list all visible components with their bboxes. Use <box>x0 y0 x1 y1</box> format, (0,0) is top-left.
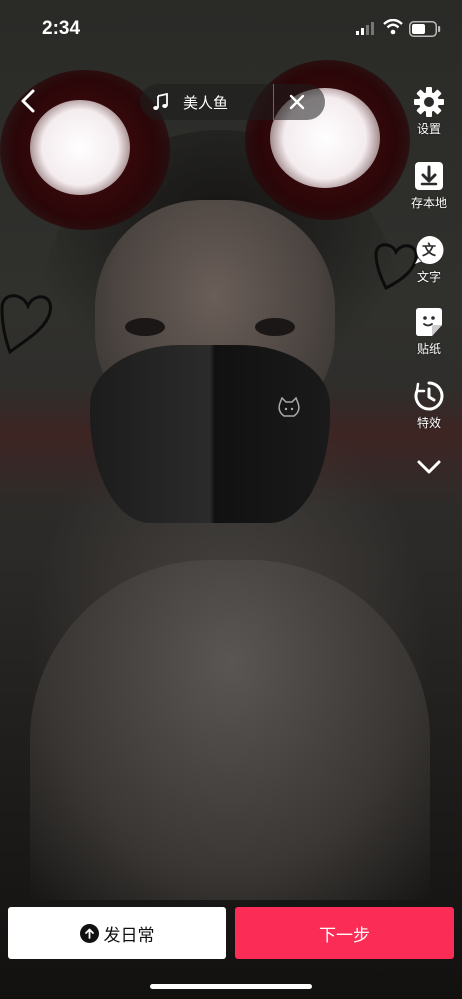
sidebar-item-sticker[interactable]: 贴纸 <box>400 306 458 357</box>
sidebar-item-label: 设置 <box>416 122 441 136</box>
sidebar-item-label: 特效 <box>416 416 441 430</box>
sidebar-item-save-local[interactable]: 存本地 <box>400 160 458 211</box>
camera-preview: 2:34 美人鱼 设置 存本地 文 文字 贴纸 特效 发日常 下一步 <box>0 0 462 999</box>
svg-text:文: 文 <box>422 242 437 259</box>
close-icon <box>289 94 305 110</box>
back-button[interactable] <box>14 86 44 116</box>
home-indicator[interactable] <box>150 984 312 989</box>
sidebar-item-label: 存本地 <box>410 196 447 210</box>
post-daily-label: 发日常 <box>103 925 155 946</box>
shirt <box>30 560 430 900</box>
remove-music-button[interactable] <box>288 93 306 111</box>
effects-timer-icon <box>414 381 444 411</box>
sidebar-item-label: 文字 <box>416 270 441 284</box>
sidebar-item-label: 贴纸 <box>416 342 441 356</box>
wifi-icon <box>383 19 403 35</box>
next-step-button[interactable]: 下一步 <box>235 907 454 959</box>
chevron-left-icon <box>21 89 35 113</box>
music-title: 美人鱼 <box>183 94 229 112</box>
sidebar-item-effects[interactable]: 特效 <box>400 380 458 431</box>
left-eye <box>125 318 165 336</box>
right-eye <box>255 318 295 336</box>
chevron-down-icon[interactable] <box>416 458 442 476</box>
upload-arrow-icon <box>79 923 99 943</box>
battery-icon <box>409 21 441 37</box>
left-ear-fluff <box>30 100 130 195</box>
sticker-icon <box>416 308 442 336</box>
mask-logo-icon <box>278 397 300 417</box>
pill-divider <box>273 84 274 120</box>
sidebar-item-text[interactable]: 文 文字 <box>400 234 458 285</box>
download-icon <box>415 162 443 190</box>
heart-left-icon <box>0 294 52 355</box>
selected-music[interactable]: 美人鱼 <box>140 84 325 120</box>
sidebar-item-settings[interactable]: 设置 <box>400 86 458 137</box>
music-note-icon <box>153 93 168 110</box>
post-daily-button[interactable]: 发日常 <box>8 907 226 959</box>
text-icon: 文 <box>415 235 444 264</box>
cellular-signal-icon <box>356 22 374 35</box>
next-step-label: 下一步 <box>319 925 370 946</box>
gear-icon <box>414 87 444 117</box>
face-mask <box>90 345 330 523</box>
status-bar: 2:34 <box>0 0 462 58</box>
status-time: 2:34 <box>42 18 81 39</box>
